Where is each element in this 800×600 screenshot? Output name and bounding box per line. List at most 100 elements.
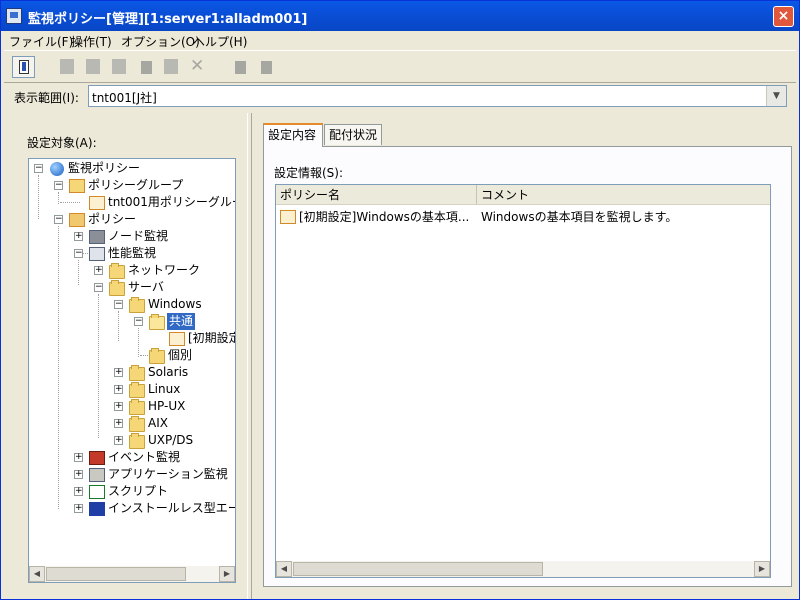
policy-doc-icon <box>89 196 105 210</box>
distribute-button[interactable] <box>228 56 251 78</box>
scope-combobox[interactable]: tnt001[J社] ▼ <box>88 85 787 107</box>
expand-icon[interactable]: + <box>114 385 123 394</box>
title-bar[interactable]: 監視ポリシー[管理][1:server1:alladm001] × <box>1 1 799 31</box>
app-icon <box>6 8 22 24</box>
tree-horizontal-scrollbar[interactable]: ◀ ▶ <box>29 566 235 582</box>
policy-name-cell: [初期設定]Windowsの基本項... <box>299 210 470 224</box>
distribute-all-button[interactable] <box>254 56 277 78</box>
expand-icon[interactable]: + <box>94 266 103 275</box>
tree-node-label: 共通 <box>167 313 196 330</box>
scroll-right-icon[interactable]: ▶ <box>754 561 770 577</box>
duplicate-button[interactable] <box>160 56 183 78</box>
distribute-icon <box>235 61 246 74</box>
delete-button[interactable]: ✕ <box>186 56 209 78</box>
folder-icon <box>129 433 145 449</box>
scope-value: tnt001[J社] <box>92 91 157 105</box>
open-document-button[interactable] <box>12 56 35 78</box>
tree-node-label: [初期設定 <box>188 331 236 345</box>
pane-splitter[interactable] <box>247 113 252 599</box>
collapse-icon[interactable]: − <box>54 181 63 190</box>
print-button[interactable] <box>134 56 157 78</box>
column-header-comment[interactable]: コメント <box>477 185 770 205</box>
tree-node-label: Windows <box>148 297 202 311</box>
expand-icon[interactable]: + <box>74 232 83 241</box>
tree-node-label: Linux <box>148 382 181 396</box>
policy-doc-icon <box>169 332 185 346</box>
folder-icon <box>129 416 145 432</box>
policy-list[interactable]: ポリシー名 コメント [初期設定]Windowsの基本項... Windowsの… <box>275 184 771 578</box>
print-icon <box>141 61 152 74</box>
folder-icon <box>129 382 145 398</box>
tree-node-label: 監視ポリシー <box>68 161 141 175</box>
node-monitor-icon <box>89 230 105 244</box>
distribute-all-icon <box>261 61 272 74</box>
folder-icon <box>109 263 125 279</box>
tab-distribution-status[interactable]: 配付状況 <box>324 124 382 145</box>
collapse-icon[interactable]: − <box>74 249 83 258</box>
tab-settings[interactable]: 設定内容 <box>263 123 323 147</box>
collapse-icon[interactable]: − <box>134 317 143 326</box>
close-button[interactable]: × <box>773 6 794 27</box>
scroll-right-icon[interactable]: ▶ <box>219 566 235 582</box>
event-monitor-icon <box>89 451 105 465</box>
policy-tree[interactable]: − 監視ポリシー − ポリシーグループ tnt001用ポリシーグルー − ポリシ… <box>28 158 236 583</box>
scroll-thumb[interactable] <box>46 567 186 581</box>
policy-doc-icon <box>280 210 296 224</box>
scope-label: 表示範囲(I): <box>14 91 79 105</box>
installless-agent-icon <box>89 502 105 516</box>
expand-icon[interactable]: + <box>74 487 83 496</box>
performance-icon <box>89 247 105 261</box>
tree-node-label: インストールレス型エー <box>108 501 236 515</box>
policy-icon <box>69 213 85 227</box>
copy-icon <box>86 59 100 74</box>
tree-node-label: イベント監視 <box>108 450 181 464</box>
expand-icon[interactable]: + <box>114 419 123 428</box>
menu-option[interactable]: オプション(O) <box>121 33 200 50</box>
column-header-policy-name[interactable]: ポリシー名 <box>276 185 477 205</box>
column-header-label: コメント <box>481 188 530 202</box>
collapse-icon[interactable]: − <box>54 215 63 224</box>
tree-node-label: アプリケーション監視 <box>108 467 228 481</box>
expand-icon[interactable]: + <box>114 368 123 377</box>
tree-node-label: サーバ <box>128 280 164 294</box>
tree-node-label: ポリシーグループ <box>88 178 184 192</box>
app-monitor-icon <box>89 468 105 482</box>
expand-icon[interactable]: + <box>74 470 83 479</box>
tree-node-label: 性能監視 <box>108 246 157 260</box>
list-horizontal-scrollbar[interactable]: ◀ ▶ <box>276 561 770 577</box>
expand-icon[interactable]: + <box>114 402 123 411</box>
tree-node-label: tnt001用ポリシーグルー <box>108 195 236 209</box>
folder-icon <box>149 348 165 364</box>
main-window: 監視ポリシー[管理][1:server1:alladm001] × ファイル(F… <box>0 0 800 600</box>
edit-button[interactable] <box>108 56 131 78</box>
menu-help[interactable]: ヘルプ(H) <box>193 33 247 50</box>
expand-icon[interactable]: + <box>114 436 123 445</box>
chevron-down-icon[interactable]: ▼ <box>766 86 786 106</box>
tree-node-label: AIX <box>148 416 168 430</box>
tree-node-label: ノード監視 <box>108 229 169 243</box>
table-row[interactable]: [初期設定]Windowsの基本項... Windowsの基本項目を監視します。 <box>276 208 770 226</box>
collapse-icon[interactable]: − <box>114 300 123 309</box>
settings-info-label: 設定情報(S): <box>274 166 344 180</box>
new-button[interactable] <box>56 56 79 78</box>
tree-node-label: ネットワーク <box>128 263 201 277</box>
tree-node-label: UXP/DS <box>148 433 194 447</box>
menu-operation[interactable]: 操作(T) <box>71 33 112 50</box>
collapse-icon[interactable]: − <box>94 283 103 292</box>
delete-icon: ✕ <box>190 56 205 76</box>
scroll-thumb[interactable] <box>293 562 543 576</box>
new-icon <box>60 59 74 74</box>
expand-icon[interactable]: + <box>74 453 83 462</box>
tree-node-label: ポリシー <box>88 212 137 226</box>
collapse-icon[interactable]: − <box>34 164 43 173</box>
menu-file[interactable]: ファイル(F) <box>9 33 73 50</box>
copy-button[interactable] <box>82 56 105 78</box>
scroll-left-icon[interactable]: ◀ <box>29 566 45 582</box>
duplicate-icon <box>164 59 178 74</box>
toolbar: ✕ <box>4 50 796 83</box>
script-icon <box>89 485 105 499</box>
column-header-label: ポリシー名 <box>280 188 341 202</box>
globe-icon <box>50 162 64 176</box>
scroll-left-icon[interactable]: ◀ <box>276 561 292 577</box>
expand-icon[interactable]: + <box>74 504 83 513</box>
